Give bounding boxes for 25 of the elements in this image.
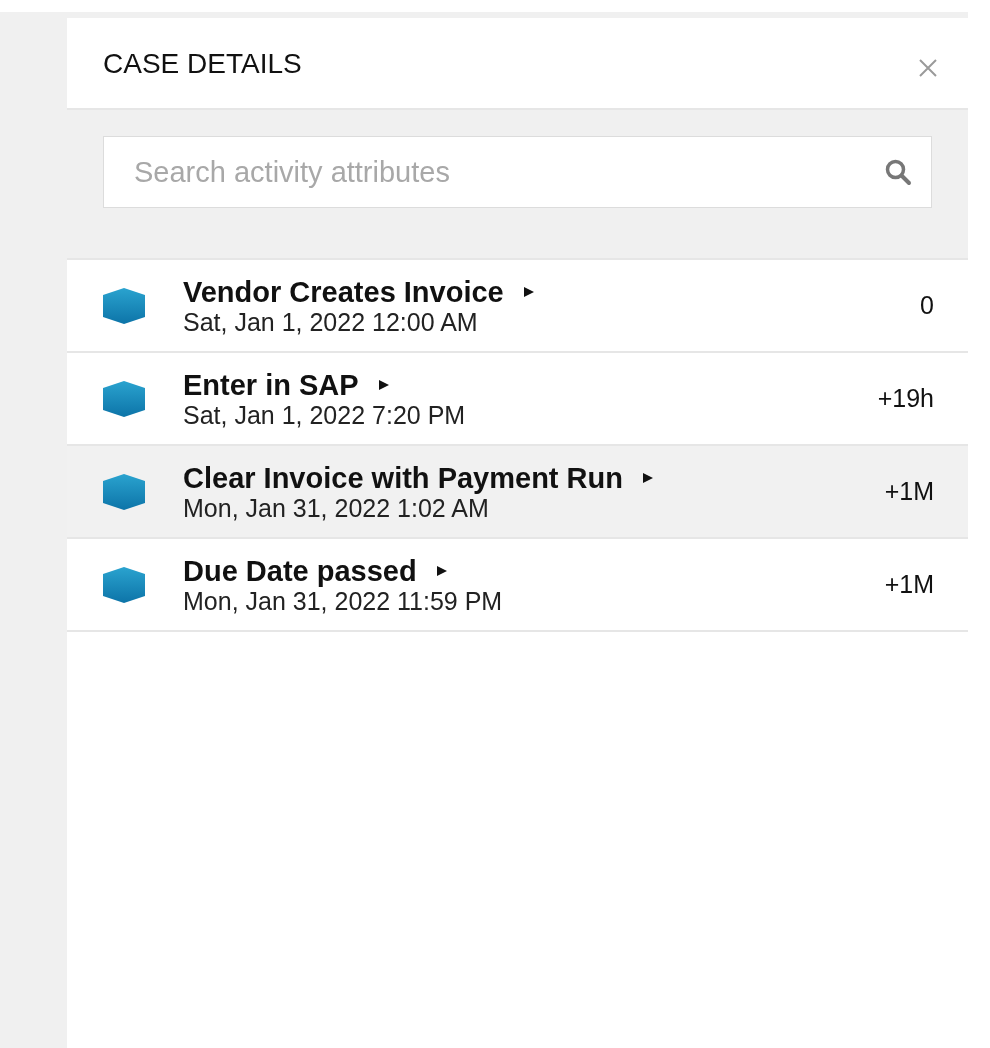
expand-caret-icon[interactable] bbox=[378, 379, 389, 390]
hexagon-icon bbox=[103, 287, 145, 324]
hexagon-icon bbox=[103, 566, 145, 603]
activity-timestamp: Sat, Jan 1, 2022 7:20 PM bbox=[183, 400, 467, 429]
activity-timestamp: Sat, Jan 1, 2022 12:00 AM bbox=[183, 307, 479, 336]
hexagon-icon bbox=[103, 380, 145, 417]
expand-caret-icon[interactable] bbox=[523, 286, 534, 297]
expand-caret-icon[interactable] bbox=[436, 565, 447, 576]
activity-name: Clear Invoice with Payment Run bbox=[183, 461, 623, 494]
activity-duration: 0 bbox=[920, 291, 934, 320]
activity-row[interactable]: Clear Invoice with Payment Run Mon, Jan 31, 2022 1:02 AM +1M bbox=[67, 446, 968, 539]
activity-name: Due Date passed bbox=[183, 554, 417, 587]
activity-timestamp: Mon, Jan 31, 2022 11:59 PM bbox=[183, 586, 504, 615]
activity-duration: +1M bbox=[884, 570, 934, 599]
activity-duration: +19h bbox=[877, 384, 934, 413]
expand-caret-icon[interactable] bbox=[642, 472, 653, 483]
search-icon bbox=[884, 158, 912, 186]
hexagon-icon bbox=[103, 473, 145, 510]
close-icon bbox=[918, 58, 938, 78]
search-field[interactable]: Search activity attributes bbox=[103, 136, 932, 208]
panel-title: CASE DETAILS bbox=[103, 48, 302, 80]
activity-duration: +1M bbox=[884, 477, 934, 506]
activity-name: Vendor Creates Invoice bbox=[183, 275, 504, 308]
activity-name: Enter in SAP bbox=[183, 368, 359, 401]
activity-timestamp: Mon, Jan 31, 2022 1:02 AM bbox=[183, 493, 489, 522]
